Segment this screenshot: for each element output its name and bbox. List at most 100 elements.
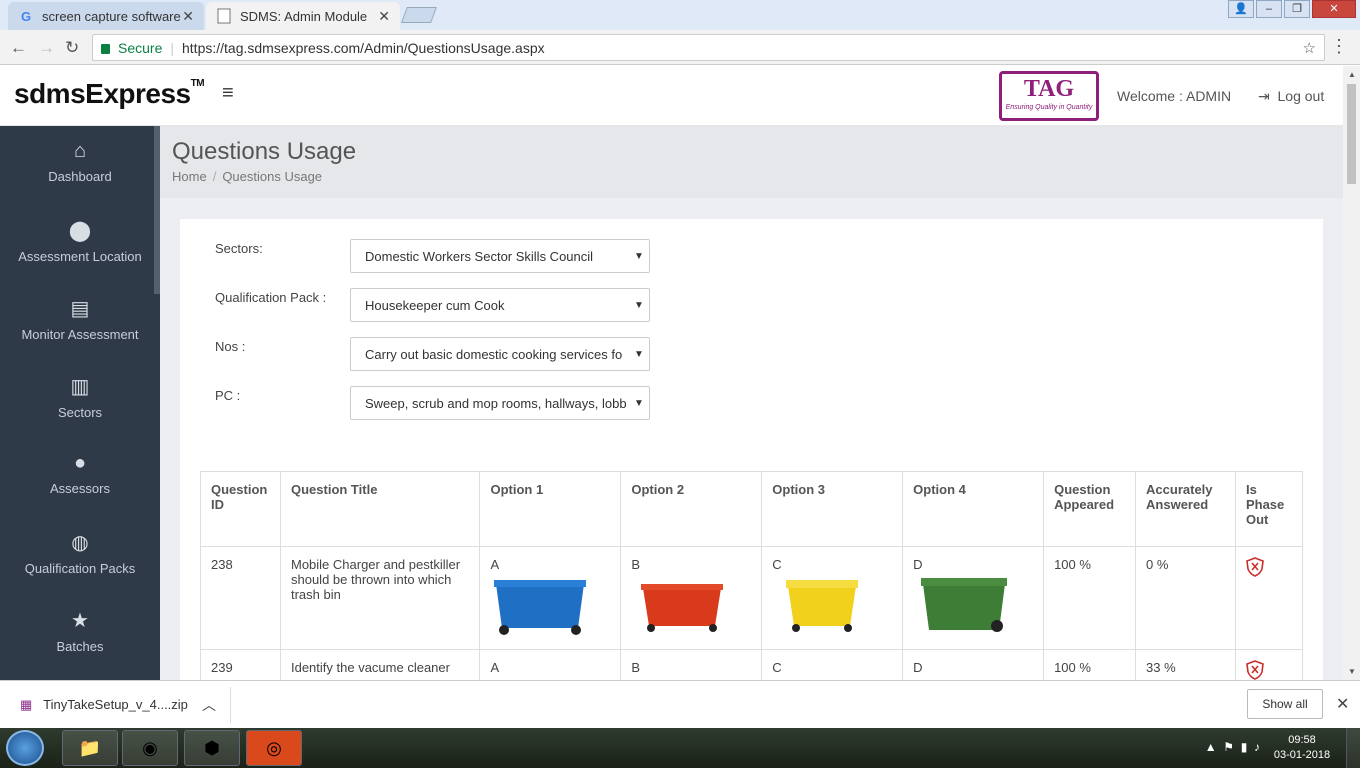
qualification-pack-select[interactable]: Housekeeper cum Cook ▼: [350, 288, 650, 322]
user-icon[interactable]: 👤: [1228, 0, 1254, 18]
col-option-2: Option 2: [620, 471, 763, 547]
window-controls: 👤 – ❐ ✕: [1226, 0, 1356, 18]
option-cell: D: [902, 546, 1045, 650]
page-scrollbar[interactable]: ▲ ▼: [1343, 66, 1360, 680]
sectors-select[interactable]: Domestic Workers Sector Skills Council ▼: [350, 239, 650, 273]
user-icon: ●: [73, 452, 87, 474]
close-tab-icon[interactable]: ✕: [182, 8, 194, 25]
col-question-title: Question Title: [279, 471, 481, 547]
qualification-pack-label: Qualification Pack :: [215, 290, 327, 305]
new-tab-button[interactable]: [401, 7, 437, 23]
col-question-appeared: Question Appeared: [1043, 471, 1137, 547]
question-id: 238: [200, 546, 281, 650]
red-bin-image: [641, 584, 724, 632]
option-cell: B: [620, 546, 763, 650]
sidebar-item-qualification-packs[interactable]: ◍ Qualification Packs: [0, 530, 160, 576]
pc-select[interactable]: Sweep, scrub and mop rooms, hallways, lo…: [350, 386, 650, 420]
globe-icon: ◍: [71, 532, 89, 554]
tab-screen-capture[interactable]: G screen capture software ✕: [8, 2, 204, 30]
col-question-id: Question ID: [200, 471, 281, 547]
sidebar-item-dashboard[interactable]: ⌂ Dashboard: [0, 140, 160, 184]
col-option-4: Option 4: [902, 471, 1045, 547]
star-icon: ★: [71, 610, 89, 632]
sidebar-item-monitor-assessment[interactable]: ▤ Monitor Assessment: [0, 296, 160, 342]
window-close-icon[interactable]: ✕: [1312, 0, 1356, 18]
address-bar-row: ← → ↻ Secure | https://tag.sdmsexpress.c…: [0, 30, 1360, 65]
map-marker-icon: ⬤: [68, 220, 92, 242]
main-content: Questions Usage Home / Questions Usage Sec…: [160, 126, 1343, 749]
tab-title: SDMS: Admin Module: [240, 8, 368, 24]
windows-taskbar: 📁 ◉ ⬢ ◎ ▲ ⚑ ▮ ♪ 09:58 03-01-2018: [0, 728, 1360, 768]
camera-app-icon[interactable]: ◎: [246, 730, 302, 766]
sidebar: ⌂ Dashboard ⬤ Assessment Location ▤ Moni…: [0, 126, 160, 680]
download-bar: ▦ TinyTakeSetup_v_4....zip ︿ Show all ✕: [0, 680, 1360, 728]
app-box-icon[interactable]: ⬢: [184, 730, 240, 766]
home-icon: ⌂: [73, 140, 87, 162]
chevron-down-icon: ▼: [634, 299, 644, 311]
chrome-icon[interactable]: ◉: [122, 730, 178, 766]
table-row: 238 Mobile Charger and pestkiller should…: [200, 546, 1304, 650]
tag-logo: TAG Ensuring Quality in Quantity: [999, 71, 1099, 121]
show-desktop-button[interactable]: [1346, 728, 1360, 768]
archive-icon: ▦: [20, 697, 33, 712]
forward-icon[interactable]: →: [38, 38, 55, 58]
logout-link[interactable]: ⇥ Log out: [1258, 88, 1324, 105]
file-explorer-icon[interactable]: 📁: [62, 730, 118, 766]
show-all-button[interactable]: Show all: [1247, 689, 1323, 719]
system-tray[interactable]: ▲ ⚑ ▮ ♪: [1205, 740, 1260, 754]
nos-label: Nos :: [215, 339, 246, 354]
col-is-phase-out: Is Phase Out: [1234, 471, 1304, 547]
welcome-text: Welcome : ADMIN: [1117, 88, 1232, 104]
scrollbar-thumb[interactable]: [1347, 84, 1356, 184]
col-option-1: Option 1: [479, 471, 622, 547]
chevron-up-icon[interactable]: ︿: [202, 695, 216, 715]
sidebar-item-assessment-location[interactable]: ⬤ Assessment Location: [0, 218, 160, 264]
lock-icon: [101, 43, 110, 54]
back-icon[interactable]: ←: [10, 38, 27, 58]
page-header: Questions Usage Home / Questions Usage: [160, 126, 1343, 198]
breadcrumb-current: Questions Usage: [222, 169, 323, 184]
page-title: Questions Usage: [172, 138, 357, 165]
bookmark-star-icon[interactable]: ☆: [1303, 39, 1316, 57]
page-icon: [216, 8, 232, 24]
question-appeared: 100 %: [1043, 546, 1137, 650]
chevron-down-icon: ▼: [634, 348, 644, 360]
accurately-answered: 0 %: [1135, 546, 1236, 650]
minimize-icon[interactable]: –: [1256, 0, 1282, 18]
green-bin-image: [921, 578, 1008, 632]
sdmsexpress-logo[interactable]: sdmsExpressTM: [14, 78, 205, 110]
scroll-down-icon[interactable]: ▼: [1348, 667, 1356, 676]
phase-out-shield-icon[interactable]: [1246, 660, 1264, 680]
question-title: Mobile Charger and pestkiller should be …: [279, 546, 481, 650]
blue-bin-image: [494, 580, 587, 635]
close-tab-icon[interactable]: ✕: [378, 8, 390, 25]
logout-icon: ⇥: [1258, 88, 1270, 104]
start-button[interactable]: [6, 730, 44, 766]
secure-label: Secure: [118, 39, 163, 56]
bank-icon: ▥: [70, 376, 90, 398]
col-option-3: Option 3: [761, 471, 904, 547]
breadcrumb: Home / Questions Usage: [172, 169, 323, 184]
nos-select[interactable]: Carry out basic domestic cooking service…: [350, 337, 650, 371]
hamburger-menu-icon[interactable]: ≡: [222, 82, 234, 105]
sidebar-item-sectors[interactable]: ▥ Sectors: [0, 374, 160, 420]
restore-icon[interactable]: ❐: [1284, 0, 1310, 18]
close-download-bar-icon[interactable]: ✕: [1336, 694, 1349, 714]
clock[interactable]: 09:58 03-01-2018: [1270, 733, 1334, 763]
browser-menu-icon[interactable]: ⋮: [1330, 36, 1348, 57]
download-item[interactable]: ▦ TinyTakeSetup_v_4....zip: [20, 697, 188, 713]
url-input[interactable]: Secure | https://tag.sdmsexpress.com/Adm…: [92, 34, 1325, 61]
tab-sdms-admin[interactable]: SDMS: Admin Module ✕: [206, 2, 400, 30]
phase-out-cell: [1234, 546, 1304, 650]
sectors-label: Sectors:: [215, 241, 263, 256]
reload-icon[interactable]: ↻: [65, 38, 79, 58]
sidebar-item-batches[interactable]: ★ Batches: [0, 608, 160, 654]
tab-title: screen capture software: [42, 8, 181, 24]
phase-out-shield-icon[interactable]: [1246, 557, 1264, 577]
col-accurately-answered: Accurately Answered: [1135, 471, 1236, 547]
scroll-up-icon[interactable]: ▲: [1348, 70, 1356, 79]
table-header-row: Question ID Question Title Option 1 Opti…: [200, 471, 1304, 547]
chevron-down-icon: ▼: [634, 397, 644, 409]
sidebar-item-assessors[interactable]: ● Assessors: [0, 452, 160, 496]
breadcrumb-home[interactable]: Home: [172, 169, 207, 184]
